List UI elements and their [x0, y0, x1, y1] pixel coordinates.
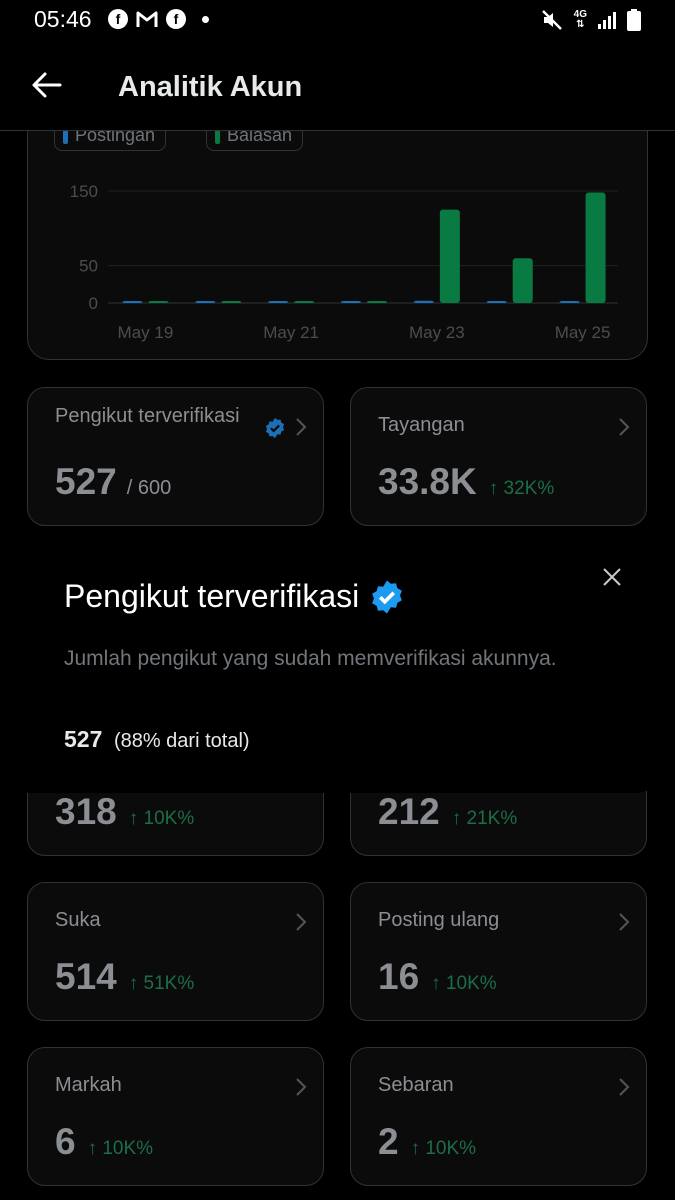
x-tick-label: May 19 — [118, 323, 174, 342]
bar-postingan — [413, 300, 434, 303]
chevron-right-icon — [619, 913, 630, 931]
bar-balasan — [221, 301, 242, 303]
stat-change: ↑ 51K% — [128, 973, 195, 994]
popup-description: Jumlah pengikut yang sudah memverifikasi… — [64, 647, 557, 670]
bar-balasan — [439, 209, 460, 303]
stat-value-row: 6 ↑ 10K% — [55, 1121, 153, 1163]
chevron-right-icon — [619, 418, 630, 436]
popup-title: Pengikut terverifikasi — [64, 578, 360, 614]
stat-value-row: 212 ↑ 21K% — [378, 791, 517, 833]
back-arrow-icon[interactable] — [30, 68, 64, 102]
stat-value: 318 — [55, 791, 117, 832]
bar-balasan — [512, 258, 533, 303]
stat-value: 514 — [55, 956, 117, 997]
x-tick-label: May 25 — [555, 323, 611, 342]
chevron-right-icon — [296, 1078, 307, 1096]
bar-postingan — [268, 301, 289, 303]
stat-total: / 600 — [126, 477, 172, 499]
bar-chart: 0 50 150 May 19 May 21 May 23 May 25 — [70, 182, 618, 342]
stat-change: ↑ 10K% — [431, 973, 497, 994]
app-header: Analitik Akun — [0, 42, 675, 131]
bar-postingan — [122, 301, 143, 303]
stat-change: ↑ 10K% — [128, 808, 195, 829]
verified-badge-icon — [372, 580, 403, 613]
info-popup: Pengikut terverifikasi Jumlah pengikut y… — [0, 547, 662, 793]
x-tick-label: May 23 — [409, 323, 465, 342]
x-tick-label: May 21 — [263, 323, 319, 342]
stat-card-bookmarks[interactable]: Markah 6 ↑ 10K% — [27, 1047, 324, 1186]
y-tick-label: 150 — [70, 182, 98, 201]
verified-badge-icon — [265, 417, 285, 439]
popup-count: 527 — [64, 726, 103, 752]
page-title: Analitik Akun — [118, 71, 303, 103]
popup-percent: (88% dari total) — [113, 730, 250, 752]
bar-balasan — [585, 192, 606, 303]
stat-value: 212 — [378, 791, 440, 832]
stat-value: 6 — [55, 1121, 76, 1162]
bar-postingan — [486, 301, 507, 303]
bar-postingan — [341, 301, 361, 303]
stat-value-row: 2 ↑ 10K% — [378, 1121, 476, 1163]
stat-change: ↑ 32K% — [488, 478, 555, 499]
bar-postingan — [559, 301, 580, 303]
stat-value: 16 — [378, 956, 420, 997]
bar-postingan — [195, 301, 216, 303]
y-tick-label: 50 — [79, 257, 98, 276]
bar-balasan — [294, 301, 315, 303]
stat-label: Tayangan — [378, 414, 465, 436]
close-icon[interactable] — [601, 566, 623, 588]
chevron-right-icon — [296, 913, 307, 931]
stat-card-impressions[interactable]: Tayangan 33.8K ↑ 32K% — [350, 387, 647, 526]
stat-value-row: 514 ↑ 51K% — [55, 956, 194, 998]
stat-label: Pengikut terverifikasi — [55, 405, 240, 427]
stat-label: Suka — [55, 909, 101, 931]
stat-value: 2 — [378, 1121, 399, 1162]
stat-value-row: 16 ↑ 10K% — [378, 956, 497, 998]
stat-card-reposts[interactable]: Posting ulang 16 ↑ 10K% — [350, 882, 647, 1021]
stat-change: ↑ 10K% — [87, 1138, 154, 1159]
chevron-right-icon — [619, 1078, 630, 1096]
stat-card-verified-followers[interactable]: Pengikut terverifikasi 527 / 600 — [27, 387, 324, 526]
stat-value-row: 527 / 600 — [55, 461, 171, 503]
stat-card-shares[interactable]: Sebaran 2 ↑ 10K% — [350, 1047, 647, 1186]
popup-title-row: Pengikut terverifikasi — [64, 578, 405, 615]
stat-change: ↑ 21K% — [451, 808, 518, 829]
stat-label: Markah — [55, 1074, 122, 1096]
chevron-right-icon — [296, 418, 307, 436]
stat-change: ↑ 10K% — [410, 1138, 477, 1159]
stat-value: 527 — [55, 461, 117, 502]
y-tick-label: 0 — [89, 294, 98, 313]
bar-balasan — [148, 301, 169, 303]
stat-label: Posting ulang — [378, 909, 500, 931]
stat-card-likes[interactable]: Suka 514 ↑ 51K% — [27, 882, 324, 1021]
stat-value-row: 33.8K ↑ 32K% — [378, 461, 554, 503]
popup-stat: 527 (88% dari total) — [64, 726, 250, 753]
stat-value: 33.8K — [378, 461, 477, 502]
bar-balasan — [367, 301, 387, 303]
stat-value-row: 318 ↑ 10K% — [55, 791, 194, 833]
stat-label: Sebaran — [378, 1074, 454, 1096]
